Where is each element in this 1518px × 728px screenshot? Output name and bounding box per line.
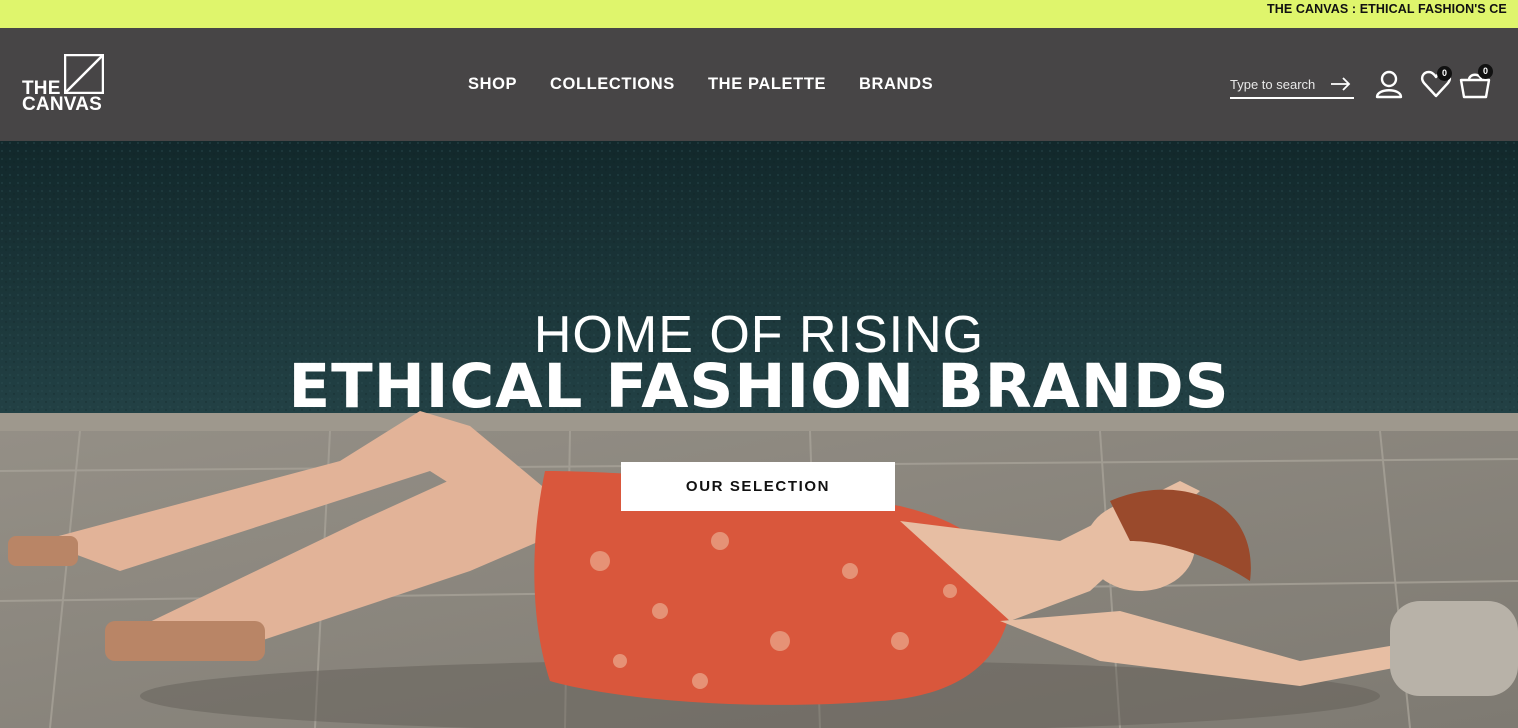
nav-item-collections[interactable]: COLLECTIONS — [550, 72, 675, 96]
nav-item-the-palette[interactable]: THE PALETTE — [708, 72, 826, 96]
hero-headline-main: ETHICAL FASHION BRANDS — [288, 351, 1230, 422]
hero-image — [0, 141, 1518, 728]
hero-banner: HOME OF RISING ETHICAL FASHION BRANDS OU… — [0, 141, 1518, 728]
nav-item-brands[interactable]: BRANDS — [859, 72, 933, 96]
announcement-bar: THE CANVAS : ETHICAL FASHION'S CE — [0, 0, 1518, 28]
site-header: THE CANVAS SHOP COLLECTIONS THE PALETTE … — [0, 28, 1518, 141]
nav-item-shop[interactable]: SHOP — [468, 72, 517, 96]
search-box — [1230, 72, 1354, 99]
announcement-text: THE CANVAS : ETHICAL FASHION'S CE — [1267, 2, 1507, 16]
user-icon[interactable] — [1374, 69, 1404, 99]
wishlist-count-badge: 0 — [1437, 66, 1452, 81]
logo-text-canvas: CANVAS — [22, 94, 103, 115]
our-selection-button[interactable]: OUR SELECTION — [621, 462, 895, 511]
search-input[interactable] — [1230, 75, 1330, 93]
arrow-right-icon[interactable] — [1330, 75, 1352, 93]
cart-count-badge: 0 — [1478, 64, 1493, 79]
